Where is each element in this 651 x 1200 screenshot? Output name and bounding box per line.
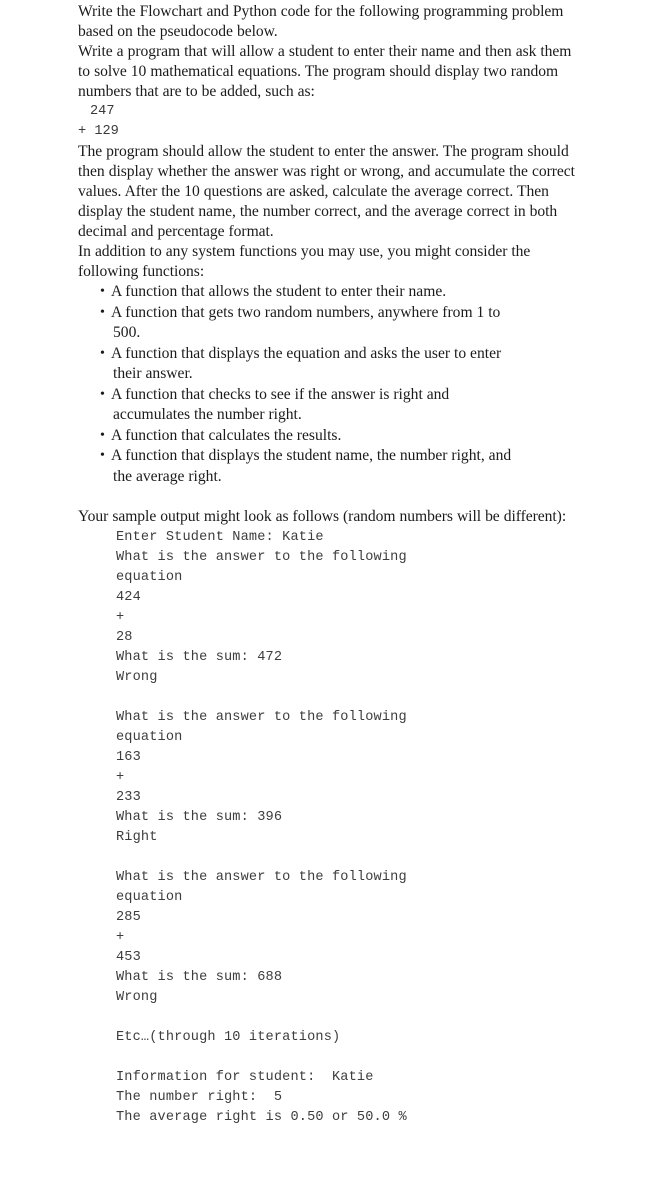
output-line: What is the sum: 688 <box>116 970 283 985</box>
output-line: What is the sum: 472 <box>116 650 283 665</box>
output-line-blank <box>116 688 578 708</box>
output-line: equation <box>116 890 183 905</box>
bullet-icon: • <box>100 448 105 463</box>
output-line-blank <box>116 1048 578 1068</box>
output-line: 285 <box>116 910 141 925</box>
output-line: + <box>116 770 125 785</box>
bullet-icon: • <box>100 345 105 361</box>
output-line-etc: Etc…(through 10 iterations) <box>116 1030 341 1045</box>
list-item: • A function that displays the student n… <box>78 446 578 487</box>
function-bullet-list: • A function that allows the student to … <box>78 282 578 487</box>
bullet-icon: • <box>100 304 105 320</box>
output-line: What is the answer to the following <box>116 870 407 885</box>
output-line: What is the answer to the following <box>116 550 407 565</box>
document-page: Write the Flowchart and Python code for … <box>0 0 651 1200</box>
example-top-operand: 247 <box>90 104 115 119</box>
bullet-line-2: 500. <box>113 324 141 341</box>
output-line: 424 <box>116 590 141 605</box>
intro-paragraph-2: Write a program that will allow a studen… <box>78 43 572 100</box>
output-line: Wrong <box>116 990 158 1005</box>
bullet-line-1: A function that displays the equation an… <box>111 344 502 362</box>
bullet-line-2: the average right. <box>113 467 222 485</box>
bullet-line-2: accumulates the number right. <box>113 406 302 423</box>
list-item: • A function that calculates the results… <box>78 426 578 447</box>
bullet-line-1: A function that gets two random numbers,… <box>111 303 501 321</box>
output-line: Right <box>116 830 158 845</box>
output-line-blank <box>116 1008 578 1028</box>
output-line-blank <box>116 848 578 868</box>
output-line: 453 <box>116 950 141 965</box>
bullet-line-2: their answer. <box>113 365 193 382</box>
output-line: equation <box>116 730 183 745</box>
output-line: Enter Student Name: Katie <box>116 530 324 545</box>
bullet-line-1: A function that calculates the results. <box>111 426 342 444</box>
bullet-line-1: A function that checks to see if the ans… <box>111 385 450 403</box>
output-line: + <box>116 930 125 945</box>
example-bottom-operand: + 129 <box>78 124 119 139</box>
output-line-average-right: The average right is 0.50 or 50.0 % <box>116 1110 407 1125</box>
body-paragraph-1: The program should allow the student to … <box>78 143 575 240</box>
output-line-student-info: Information for student: Katie <box>116 1070 374 1085</box>
list-item: • A function that gets two random number… <box>78 303 578 344</box>
output-line-number-right: The number right: 5 <box>116 1090 283 1105</box>
intro-paragraph-1: Write the Flowchart and Python code for … <box>78 3 564 40</box>
list-item: • A function that checks to see if the a… <box>78 385 578 426</box>
inline-addition-example: 247 + 129 <box>78 102 578 142</box>
output-line: Wrong <box>116 670 158 685</box>
output-line: 163 <box>116 750 141 765</box>
list-item: • A function that allows the student to … <box>78 282 578 303</box>
list-item: • A function that displays the equation … <box>78 344 578 385</box>
output-line: 28 <box>116 630 133 645</box>
bullet-icon: • <box>100 427 105 443</box>
output-line: 233 <box>116 790 141 805</box>
output-line: + <box>116 610 125 625</box>
output-line: What is the answer to the following <box>116 710 407 725</box>
output-line: equation <box>116 570 183 585</box>
sample-output-intro: Your sample output might look as follows… <box>78 508 567 525</box>
document-content: Write the Flowchart and Python code for … <box>78 2 578 1128</box>
sample-output-block: Enter Student Name: Katie What is the an… <box>78 528 578 1128</box>
bullet-line-1: A function that displays the student nam… <box>111 447 512 464</box>
bullet-icon: • <box>100 284 105 299</box>
body-paragraph-2: In addition to any system functions you … <box>78 243 531 280</box>
bullet-line-1: A function that allows the student to en… <box>111 283 447 300</box>
output-line: What is the sum: 396 <box>116 810 283 825</box>
bullet-icon: • <box>100 386 105 402</box>
